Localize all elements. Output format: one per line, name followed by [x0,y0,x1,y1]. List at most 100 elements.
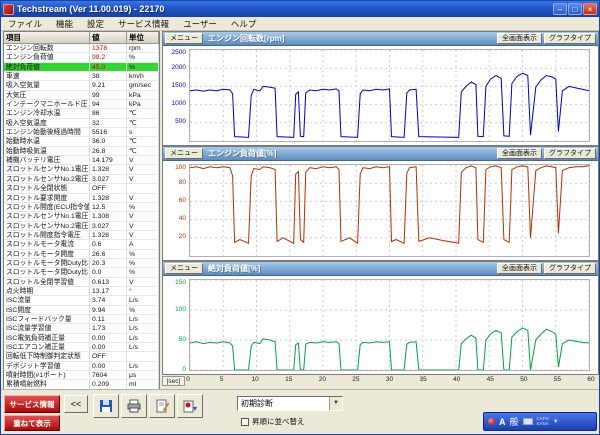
y-tick-label: 1500 [172,82,186,89]
row-item-label: 吸入空気温度 [4,119,90,128]
table-row[interactable]: スロットルセンサNo.2電圧3.027V [4,222,159,231]
chart-menu-button[interactable]: メニュー [165,148,203,159]
techstream-window: Techstream (Ver 11.00.019) - 22170 – □ ×… [0,0,600,435]
graph-type-button[interactable]: グラフタイプ [544,33,596,44]
diagnosis-mode-select[interactable]: 初期診断 ▼ [237,396,343,411]
table-row[interactable]: ISC開度9.94% [4,306,159,315]
table-row[interactable]: 補機バッテリ電圧14.179V [4,156,159,165]
table-row[interactable]: 噴射時間(#1ポート)7604μs [4,371,159,380]
close-button[interactable]: × [583,3,597,15]
table-row[interactable]: エンジン始動後経過時間5516s [4,128,159,137]
row-unit: L/s [127,343,159,352]
print-button[interactable] [121,394,147,418]
table-row[interactable]: 点火時期13.17° [4,287,159,296]
chart-menu-button[interactable]: メニュー [165,263,203,274]
record-icon [182,398,198,414]
col-header-value: 値 [90,32,127,44]
chart-plot[interactable] [189,279,590,371]
x-axis: [sec] 051015202530354045505560 [188,375,591,390]
table-row[interactable]: デポジット学習値0.00L/s [4,362,159,371]
menu-item[interactable]: 設定 [80,18,111,30]
sort-ascending-checkbox[interactable]: 昇順に並べ替え [241,416,305,427]
ime-input-mode[interactable]: A [499,417,506,427]
snapshot-button[interactable] [93,394,119,418]
table-row[interactable]: スロットル要求開度1.328V [4,194,159,203]
chart-menu-button[interactable]: メニュー [165,33,203,44]
table-row[interactable]: ISC流量3.74L/s [4,296,159,305]
row-item-label: 始動時吸気温 [4,147,90,156]
chart-plot[interactable] [189,164,590,257]
table-row[interactable]: スロットル開度指令電圧1.328V [4,231,159,240]
table-row[interactable]: スロットル全閉学習値0.613V [4,278,159,287]
table-row[interactable]: スロットル全閉状態OFF [4,184,159,193]
table-row[interactable]: エンジン負荷値99.2% [4,53,159,62]
row-value: 0.00 [90,334,127,343]
row-unit: gm/sec [127,81,159,90]
row-item-label: 補機バッテリ電圧 [4,156,90,165]
chart-plot[interactable] [189,49,590,142]
ime-language-bar[interactable]: A 般 CAPS KANA ▼ [483,412,597,431]
row-value: 0.00 [90,362,127,371]
bottom-toolbar: サービス情報 重ねて表示 << 初期診断 ▼ [1,389,599,434]
fullscreen-button[interactable]: 全画面表示 [497,148,542,159]
chevron-down-icon[interactable]: ▼ [329,397,342,410]
graph-type-button[interactable]: グラフタイプ [544,148,596,159]
row-item-label: スロットルモータ閉Duty比 [4,268,90,277]
chart-panel-engine-speed: メニュー エンジン回転数[rpm] 全画面表示 グラフタイプ 250020001… [162,31,599,146]
memo-button[interactable] [149,394,175,418]
table-row[interactable]: スロットルセンサNo.1電圧1.328V [4,165,159,174]
fullscreen-button[interactable]: 全画面表示 [497,263,542,274]
minimize-button[interactable]: – [553,3,567,15]
table-row[interactable]: 絶対負荷値45.0% [4,63,159,72]
table-row[interactable]: ISC流量学習値1.73L/s [4,324,159,333]
chart-title: 絶対負荷値[%] [208,263,495,274]
menu-item[interactable]: 機能 [49,18,80,30]
menu-item[interactable]: サービス情報 [111,18,176,30]
table-row[interactable]: スロットル開度(ECU指令値)12.5% [4,203,159,212]
table-row[interactable]: ISC電気負荷補正量0.00L/s [4,334,159,343]
table-row[interactable]: ISCフィードバック量0.11L/s [4,315,159,324]
record-button[interactable] [177,394,203,418]
table-row[interactable]: 回転低下時制御判定状態OFF [4,352,159,361]
row-unit: % [127,63,159,72]
row-unit: V [127,165,159,174]
table-row[interactable]: エンジン回転数1378rpm [4,44,159,53]
graph-type-button[interactable]: グラフタイプ [544,263,596,274]
ime-conversion-mode[interactable]: 般 [510,415,519,428]
service-info-button[interactable]: サービス情報 [4,395,60,413]
table-row[interactable]: インテークマニホールド圧94kPa [4,100,159,109]
row-unit: km/h [127,72,159,81]
ime-minimize-icon[interactable]: ▼ [553,419,559,425]
y-tick-label: 100 [175,164,186,171]
table-row[interactable]: 車速38km/h [4,72,159,81]
collapse-panel-button[interactable]: << [64,395,88,413]
overlay-display-button[interactable]: 重ねて表示 [4,415,60,431]
fullscreen-button[interactable]: 全画面表示 [497,33,542,44]
table-row[interactable]: スロットルモータ閉Duty比0.0% [4,268,159,277]
menu-item[interactable]: ファイル [1,18,49,30]
table-row[interactable]: エンジン冷却水温86℃ [4,109,159,118]
menu-item[interactable]: ヘルプ [224,18,264,30]
table-row[interactable]: 吸入空気量9.21gm/sec [4,81,159,90]
row-value: 13.17 [90,287,127,296]
maximize-button[interactable]: □ [568,3,582,15]
table-row[interactable]: スロットルモータ電流0.6A [4,240,159,249]
menu-item[interactable]: ユーザー [176,18,224,30]
table-row[interactable]: スロットルモータ開度26.6% [4,250,159,259]
table-row[interactable]: 大気圧99kPa [4,91,159,100]
table-row[interactable]: 始動時吸気温26.8℃ [4,147,159,156]
row-item-label: デポジット学習値 [4,362,90,371]
table-row[interactable]: ISCエアコン補正量0.00L/s [4,343,159,352]
table-row[interactable]: スロットルセンサNo.1電圧1.308V [4,212,159,221]
x-tick-label: 55 [554,376,561,383]
table-row[interactable]: スロットルセンサNo.2電圧3.027V [4,175,159,184]
table-row[interactable]: 始動時水温36.0℃ [4,137,159,146]
row-value: 5516 [90,128,127,137]
row-item-label: スロットルモータ開Duty比 [4,259,90,268]
checkbox-icon[interactable] [241,418,249,426]
row-unit: V [127,175,159,184]
keyboard-icon[interactable] [523,418,533,425]
window-title: Techstream (Ver 11.00.019) - 22170 [17,4,552,14]
table-row[interactable]: スロットルモータ開Duty比20.3% [4,259,159,268]
table-row[interactable]: 吸入空気温度32℃ [4,119,159,128]
